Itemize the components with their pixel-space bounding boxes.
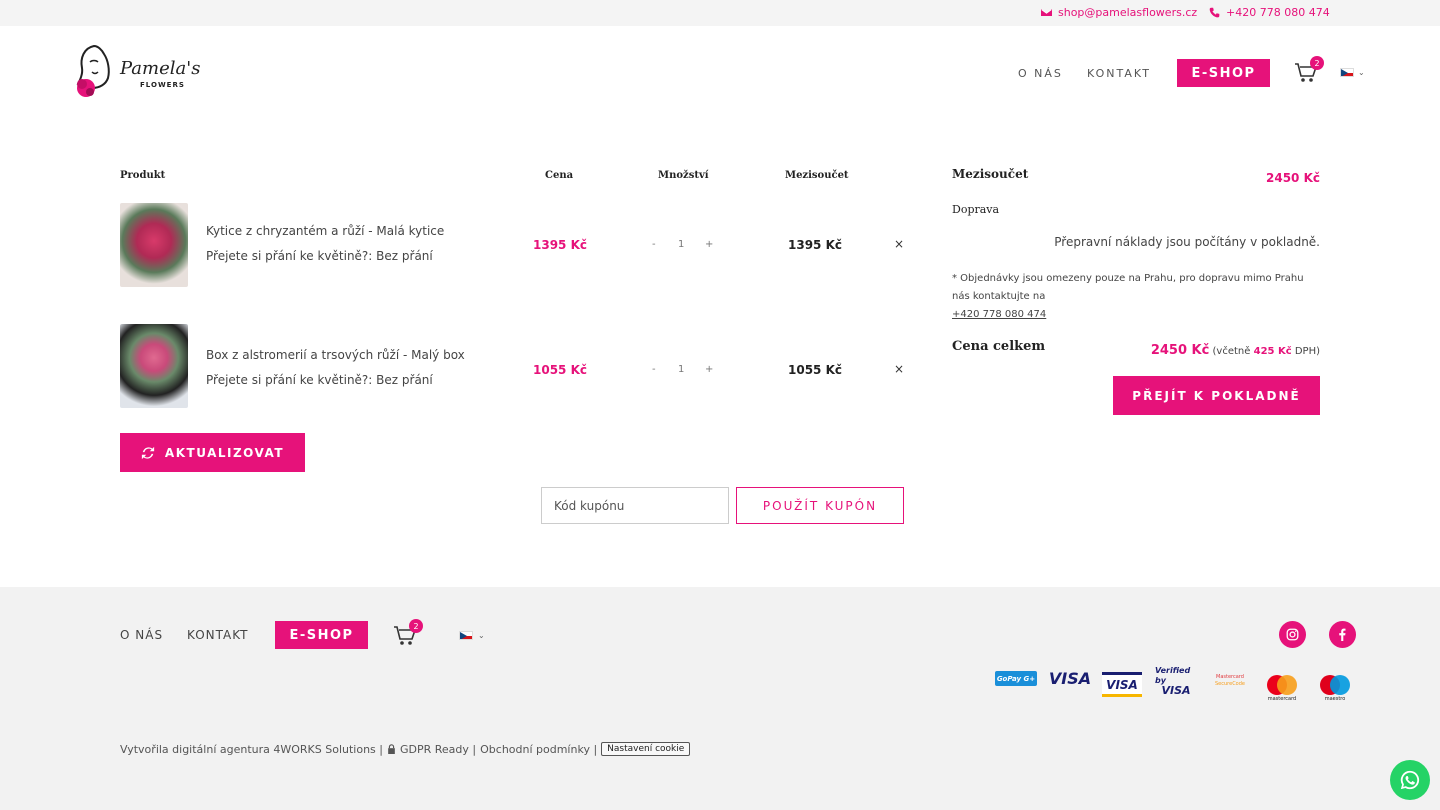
visa-logo: VISA: [1048, 668, 1092, 688]
product-subtotal: 1395 Kč: [788, 238, 842, 252]
gopay-logo: GoPay G+: [995, 671, 1037, 686]
facebook-icon: [1339, 628, 1346, 641]
subtotal-value: 2450 Kč: [1266, 171, 1320, 185]
vat-prefix: (včetně: [1212, 346, 1251, 357]
product-image-bouquet[interactable]: [120, 203, 188, 287]
col-header-subtotal: Mezisoučet: [785, 170, 849, 181]
terms-link[interactable]: Obchodní podmínky |: [480, 743, 597, 756]
total-label: Cena celkem: [952, 339, 1046, 354]
mastercard-logo: mastercard: [1264, 674, 1300, 702]
nav-contact[interactable]: KONTAKT: [1087, 67, 1151, 80]
verified-by-visa-logo: Verified by VISA: [1155, 666, 1197, 696]
language-flag-icon[interactable]: [459, 631, 473, 640]
qty-decrease-button[interactable]: -: [652, 364, 656, 375]
email-link[interactable]: shop@pamelasflowers.cz: [1041, 6, 1197, 19]
cart-count-badge: 2: [409, 619, 423, 633]
qty-increase-button[interactable]: +: [705, 364, 713, 375]
qty-value[interactable]: 1: [678, 364, 684, 375]
mastercard-securecode-logo: Mastercard SecureCode: [1210, 673, 1250, 689]
chevron-down-icon[interactable]: ⌄: [478, 631, 485, 640]
visa-electron-logo: VISA: [1102, 672, 1142, 697]
footer-eshop-button[interactable]: E-SHOP: [275, 621, 368, 649]
update-cart-button[interactable]: AKTUALIZOVAT: [120, 433, 305, 472]
checkout-button[interactable]: PŘEJÍT K POKLADNĚ: [1113, 376, 1320, 415]
footer-nav-contact[interactable]: KONTAKT: [187, 628, 249, 642]
agency-credit-link[interactable]: Vytvořila digitální agentura 4WORKS Solu…: [120, 743, 383, 756]
instagram-icon: [1286, 628, 1299, 641]
remove-item-button[interactable]: ×: [894, 362, 904, 376]
shipping-note: Přepravní náklady jsou počítány v poklad…: [1054, 235, 1320, 249]
shipping-info: * Objednávky jsou omezeny pouze na Prahu…: [952, 270, 1322, 324]
coupon-input[interactable]: [541, 487, 729, 524]
shipping-label: Doprava: [952, 203, 1000, 216]
footer: [0, 587, 1440, 810]
maestro-logo: maestro: [1317, 674, 1353, 702]
mastercard-circles-icon: [1267, 675, 1297, 695]
vat-suffix: DPH): [1294, 346, 1320, 357]
product-subtotal: 1055 Kč: [788, 363, 842, 377]
whatsapp-chat-button[interactable]: [1390, 760, 1430, 800]
col-header-price: Cena: [545, 170, 574, 181]
vat-value: 425 Kč: [1253, 346, 1292, 357]
total-value: 2450 Kč: [1150, 343, 1210, 358]
col-header-quantity: Množství: [658, 170, 709, 181]
product-name[interactable]: Kytice z chryzantém a růží - Malá kytice: [206, 224, 444, 238]
phone-icon: [1209, 7, 1220, 18]
verified-by-text: Verified by: [1155, 666, 1191, 685]
email-text: shop@pamelasflowers.cz: [1058, 6, 1198, 19]
product-option: Přejete si přání ke květině?: Bez přání: [206, 373, 433, 387]
product-name[interactable]: Box z alstromerií a trsových růží - Malý…: [206, 348, 465, 362]
product-option: Přejete si přání ke květině?: Bez přání: [206, 249, 433, 263]
shipping-info-text: * Objednávky jsou omezeny pouze na Prahu…: [952, 273, 1304, 302]
instagram-link[interactable]: [1279, 621, 1306, 648]
subtotal-label: Mezisoučet: [952, 167, 1029, 181]
qty-value[interactable]: 1: [678, 239, 684, 250]
nav-about[interactable]: O NÁS: [1018, 67, 1063, 80]
phone-link[interactable]: +420 778 080 474: [1209, 6, 1330, 19]
verified-visa-text: VISA: [1161, 684, 1191, 697]
product-image-box[interactable]: [120, 324, 188, 408]
header-cart[interactable]: 2: [1294, 56, 1324, 88]
maestro-text: maestro: [1324, 696, 1346, 702]
logo-subtitle: FLOWERS: [140, 81, 185, 89]
top-bar: shop@pamelasflowers.cz +420 778 080 474: [0, 0, 1440, 26]
product-price: 1055 Kč: [533, 363, 587, 377]
facebook-link[interactable]: [1329, 621, 1356, 648]
gdpr-link[interactable]: GDPR Ready |: [400, 743, 476, 756]
mastercard-text: mastercard: [1267, 696, 1297, 702]
cart-count-badge: 2: [1310, 56, 1324, 70]
shipping-phone-link[interactable]: +420 778 080 474: [952, 309, 1046, 320]
qty-decrease-button[interactable]: -: [652, 239, 656, 250]
phone-text: +420 778 080 474: [1226, 6, 1330, 19]
footer-nav-about[interactable]: O NÁS: [120, 628, 163, 642]
footer-cart[interactable]: 2: [393, 619, 423, 651]
logo-portrait-icon: [76, 44, 110, 97]
update-cart-label: AKTUALIZOVAT: [164, 445, 285, 460]
maestro-circles-icon: [1320, 675, 1350, 695]
mc-securecode-brand: Mastercard: [1216, 674, 1244, 680]
envelope-icon: [1041, 9, 1052, 16]
footer-credits: Vytvořila digitální agentura 4WORKS Solu…: [120, 742, 691, 756]
nav-eshop-button[interactable]: E-SHOP: [1177, 59, 1270, 87]
whatsapp-icon: [1400, 770, 1420, 790]
logo-title: Pamela's: [120, 58, 201, 79]
total-row: 2450 Kč (včetně 425 Kč DPH): [1151, 343, 1320, 358]
remove-item-button[interactable]: ×: [894, 237, 904, 251]
chevron-down-icon[interactable]: ⌄: [1358, 68, 1365, 77]
col-header-product: Produkt: [120, 170, 166, 181]
lock-icon: [388, 744, 395, 754]
language-flag-icon[interactable]: [1340, 68, 1354, 77]
cookie-settings-button[interactable]: Nastavení cookie: [601, 742, 691, 756]
apply-coupon-button[interactable]: POUŽÍT KUPÓN: [736, 487, 904, 524]
qty-increase-button[interactable]: +: [705, 239, 713, 250]
refresh-icon: [141, 446, 155, 459]
product-price: 1395 Kč: [533, 238, 587, 252]
mc-securecode-text: SecureCode: [1215, 681, 1245, 687]
